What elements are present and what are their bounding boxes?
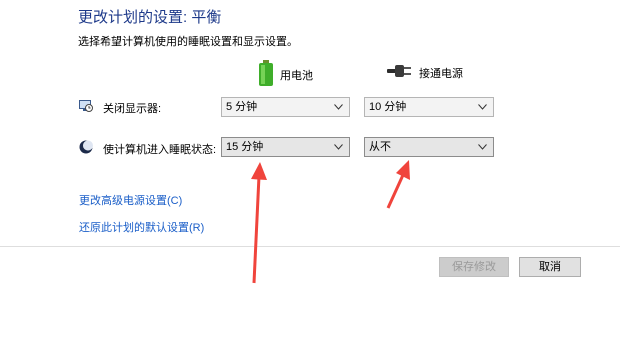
moon-sleep-icon bbox=[79, 140, 93, 157]
row-sleep: 使计算机进入睡眠状态: bbox=[79, 140, 216, 157]
chevron-down-icon bbox=[478, 144, 487, 150]
chevron-down-icon bbox=[334, 144, 343, 150]
sleep-plugged-select[interactable]: 从不 bbox=[364, 137, 494, 157]
sleep-plugged-value: 从不 bbox=[369, 141, 391, 153]
display-off-battery-value: 5 分钟 bbox=[226, 101, 258, 113]
annotation-arrow-plugged bbox=[386, 160, 410, 209]
battery-column-header: 用电池 bbox=[258, 60, 313, 89]
sleep-battery-select[interactable]: 15 分钟 bbox=[221, 137, 350, 157]
monitor-clock-icon bbox=[79, 99, 93, 116]
chevron-down-icon bbox=[334, 104, 343, 110]
advanced-power-settings-link[interactable]: 更改高级电源设置(C) bbox=[79, 192, 182, 208]
row-display-off-label: 关闭显示器: bbox=[103, 102, 162, 115]
restore-defaults-link[interactable]: 还原此计划的默认设置(R) bbox=[79, 219, 204, 235]
annotation-arrow-battery bbox=[251, 162, 267, 284]
save-changes-button[interactable]: 保存修改 bbox=[439, 257, 509, 277]
display-off-battery-select[interactable]: 5 分钟 bbox=[221, 97, 350, 117]
annotation-arrows bbox=[251, 160, 410, 284]
row-sleep-label: 使计算机进入睡眠状态: bbox=[103, 143, 217, 156]
page-subtitle: 选择希望计算机使用的睡眠设置和显示设置。 bbox=[78, 36, 298, 48]
power-plug-icon bbox=[387, 62, 413, 83]
page-title: 更改计划的设置: 平衡 bbox=[78, 9, 222, 26]
row-display-off: 关闭显示器: bbox=[79, 99, 161, 116]
plugged-column-label: 接通电源 bbox=[419, 67, 463, 80]
display-off-plugged-select[interactable]: 10 分钟 bbox=[364, 97, 494, 117]
sleep-battery-value: 15 分钟 bbox=[226, 141, 264, 153]
chevron-down-icon bbox=[478, 104, 487, 110]
battery-column-label: 用电池 bbox=[280, 69, 313, 82]
battery-icon bbox=[258, 60, 274, 89]
display-off-plugged-value: 10 分钟 bbox=[369, 101, 407, 113]
cancel-button[interactable]: 取消 bbox=[519, 257, 581, 277]
plugged-column-header: 接通电源 bbox=[387, 62, 463, 83]
divider bbox=[0, 246, 620, 247]
